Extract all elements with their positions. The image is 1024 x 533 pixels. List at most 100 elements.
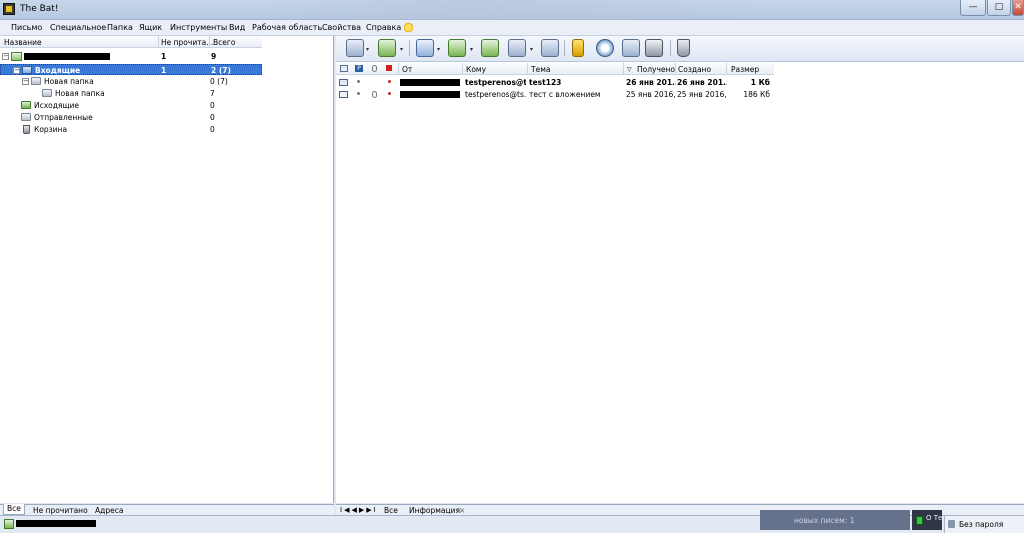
new-message-dropdown[interactable]: ▾ [437, 46, 440, 53]
message-list-header: P От Кому Тема ▽ Получено Создано Размер [336, 63, 774, 75]
flag-dot[interactable] [388, 92, 391, 95]
redirect-icon[interactable] [541, 39, 559, 57]
menu-properties[interactable]: Свойства [322, 23, 361, 32]
folder-label: Корзина [34, 125, 68, 134]
collapse-icon[interactable]: − [13, 67, 20, 74]
folder-new-1[interactable]: − Новая папка 0 (7) [0, 76, 262, 87]
folder-trash[interactable]: Корзина 0 [0, 124, 262, 135]
sun-icon[interactable] [403, 22, 414, 33]
minimize-button[interactable]: — [960, 0, 986, 16]
folder-label: Исходящие [34, 101, 80, 110]
folder-icon [31, 77, 41, 85]
menu-letter[interactable]: Письмо [11, 23, 42, 32]
trash-icon [23, 125, 30, 134]
new-message-icon[interactable] [416, 39, 434, 57]
send-mail-dropdown[interactable]: ▾ [400, 46, 403, 53]
message-row[interactable]: testperenos@t... test123 26 янв 201... 2… [336, 77, 774, 88]
message-panel: ▾ ▾ ▾ ▾ ▾ P От Кому Тема ▽ Получено Созд… [336, 36, 1024, 503]
sort-descending-icon[interactable]: ▽ [627, 66, 632, 73]
column-header-created[interactable]: Создано [678, 65, 711, 74]
column-header-name[interactable]: Название [4, 38, 42, 47]
priority-dot [357, 80, 360, 83]
column-header-subject[interactable]: Тема [531, 65, 550, 74]
column-header-total[interactable]: Всего [213, 38, 235, 47]
maximize-button[interactable]: □ [987, 0, 1011, 16]
menu-help[interactable]: Справка [366, 23, 401, 32]
folder-total: 0 [210, 125, 215, 134]
toolbar: ▾ ▾ ▾ ▾ ▾ [336, 36, 1024, 62]
the-bat-app-icon[interactable] [3, 3, 15, 15]
folder-list-header: Название Не прочита... Всего [0, 36, 262, 48]
folder-new-2[interactable]: Новая папка 7 [0, 88, 262, 99]
folder-label: Отправленные [34, 113, 93, 122]
tab-all-messages[interactable]: Все [381, 506, 401, 515]
tab-navigation-arrows[interactable]: I◀◀▶▶I [340, 506, 378, 514]
menu-special[interactable]: Специальное [50, 23, 106, 32]
priority-icon[interactable]: P [355, 65, 363, 72]
tab-information[interactable]: Информация [406, 506, 463, 515]
folder-total: 7 [210, 89, 215, 98]
menu-view[interactable]: Вид [229, 23, 245, 32]
password-status[interactable]: Без пароля [944, 516, 1024, 533]
account-row[interactable]: − 1 9 [0, 51, 262, 62]
address-book-icon[interactable] [572, 39, 584, 57]
message-created: 26 янв 201... [677, 78, 727, 87]
get-mail-icon[interactable] [346, 39, 364, 57]
send-mail-icon[interactable] [378, 39, 396, 57]
reply-icon[interactable] [448, 39, 466, 57]
tab-close-icon[interactable]: × [456, 506, 468, 515]
attachment-icon[interactable] [372, 65, 377, 72]
message-row[interactable]: testperenos@ts... тест с вложением 25 ян… [336, 89, 774, 100]
tab-addresses[interactable]: Адреса [92, 506, 126, 515]
delete-icon[interactable] [677, 39, 690, 57]
column-header-to[interactable]: Кому [466, 65, 486, 74]
column-header-size[interactable]: Размер [731, 65, 759, 74]
account-unread: 1 [161, 52, 167, 61]
redacted-account-name [24, 53, 110, 60]
redacted-sender [400, 79, 460, 86]
menu-mailbox[interactable]: Ящик [139, 23, 162, 32]
collapse-icon[interactable]: − [2, 53, 9, 60]
message-size: 1 Кб [750, 78, 770, 87]
sort-mail-icon[interactable] [622, 39, 640, 57]
tab-unread[interactable]: Не прочитано [30, 506, 91, 515]
reply-all-icon[interactable] [481, 39, 499, 57]
envelope-icon[interactable] [340, 65, 348, 72]
new-messages-status: новых писем: 1 [760, 510, 910, 530]
column-header-from[interactable]: От [402, 65, 412, 74]
column-header-received[interactable]: Получено [637, 65, 675, 74]
get-mail-dropdown[interactable]: ▾ [366, 46, 369, 53]
flag-icon[interactable] [386, 65, 392, 71]
flag-dot[interactable] [388, 80, 391, 83]
search-icon[interactable] [596, 39, 614, 57]
folder-panel: Название Не прочита... Всего − 1 9 − Вхо… [0, 36, 334, 503]
message-created: 25 янв 2016, ... [677, 90, 727, 99]
reply-dropdown[interactable]: ▾ [470, 46, 473, 53]
lock-icon [948, 520, 955, 528]
folder-icon [42, 89, 52, 97]
account-icon [11, 52, 22, 61]
message-size: 186 Кб [743, 90, 770, 99]
attachment-icon [372, 91, 377, 98]
tab-all[interactable]: Все [3, 504, 25, 515]
menu-folder[interactable]: Папка [107, 23, 133, 32]
folder-sent[interactable]: Отправленные 0 [0, 112, 262, 123]
new-messages-count: новых писем: 1 [794, 516, 855, 525]
background-window-tabs [240, 0, 800, 20]
message-to: testperenos@ts... [465, 90, 526, 99]
menu-bar: Письмо Специальное Папка Ящик Инструмент… [0, 20, 1024, 36]
column-header-unread[interactable]: Не прочита... [161, 38, 213, 47]
folder-outbox[interactable]: Исходящие 0 [0, 100, 262, 111]
window-title: The Bat! [20, 4, 59, 14]
close-button[interactable]: ✕ [1012, 0, 1024, 16]
menu-workspace[interactable]: Рабочая область [252, 23, 322, 32]
menu-tools[interactable]: Инструменты [170, 23, 227, 32]
forward-icon[interactable] [508, 39, 526, 57]
redacted-status-account [16, 520, 96, 527]
forward-dropdown[interactable]: ▾ [530, 46, 533, 53]
redacted-sender [400, 91, 460, 98]
folder-inbox[interactable]: − Входящие 1 2 (7) [0, 64, 262, 75]
collapse-icon[interactable]: − [22, 78, 29, 85]
print-icon[interactable] [645, 39, 663, 57]
read-envelope-icon [339, 91, 348, 98]
